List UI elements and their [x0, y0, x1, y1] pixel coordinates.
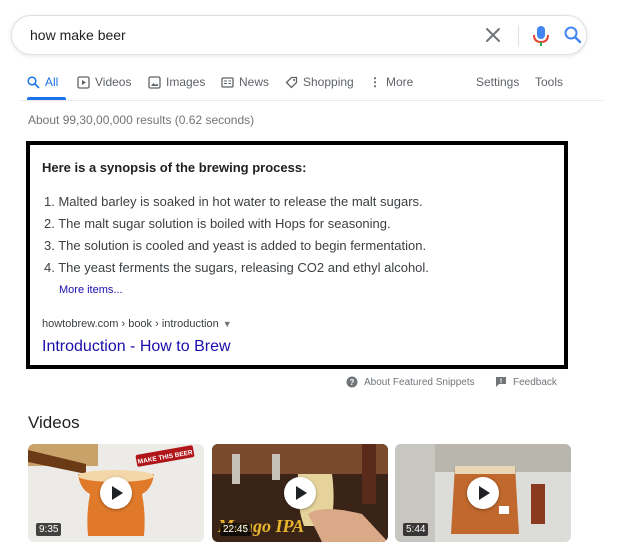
- tab-images-label: Images: [166, 75, 206, 89]
- tab-tools-label: Tools: [535, 75, 564, 89]
- tab-all[interactable]: All: [27, 72, 58, 92]
- more-vert-icon: ⋮: [369, 75, 381, 89]
- tab-all-label: All: [45, 75, 59, 89]
- tab-shopping[interactable]: Shopping: [285, 72, 354, 92]
- tab-videos-label: Videos: [95, 75, 132, 89]
- search-tabs: All Videos Images News Shopping ⋮ More S…: [27, 72, 587, 92]
- video-duration: 22:45: [220, 523, 252, 536]
- tab-more-label: More: [386, 75, 414, 89]
- video-duration: 5:44: [403, 523, 429, 536]
- search-icon[interactable]: [563, 25, 583, 45]
- tab-images[interactable]: Images: [148, 72, 205, 92]
- tab-settings-label: Settings: [476, 75, 520, 89]
- videos-heading: Videos: [28, 413, 80, 432]
- play-icon[interactable]: [284, 477, 316, 509]
- about-featured-snippets-label: About Featured Snippets: [364, 376, 475, 388]
- tab-settings[interactable]: Settings: [476, 72, 519, 92]
- featured-snippet: Here is a synopsis of the brewing proces…: [26, 141, 568, 369]
- cite-url: howtobrew.com › book › introduction: [42, 318, 219, 330]
- clear-icon[interactable]: [482, 24, 504, 46]
- tab-more[interactable]: ⋮ More: [369, 72, 413, 92]
- result-stats: About 99,30,00,000 results (0.62 seconds…: [28, 113, 255, 127]
- caret-down-icon[interactable]: ▼: [223, 319, 232, 329]
- snippet-list: 1. Malted barley is soaked in hot water …: [44, 191, 544, 279]
- result-cite: howtobrew.com › book › introduction ▼: [42, 318, 232, 330]
- play-icon[interactable]: [100, 477, 132, 509]
- tab-news-label: News: [239, 75, 270, 89]
- tab-videos[interactable]: Videos: [77, 72, 131, 92]
- search-input[interactable]: how make beer: [30, 27, 126, 43]
- tab-news[interactable]: News: [221, 72, 269, 92]
- feedback-button[interactable]: Feedback: [495, 376, 557, 388]
- list-item: 1. Malted barley is soaked in hot water …: [44, 194, 423, 209]
- image-icon: [148, 75, 161, 89]
- tabs-divider: [19, 100, 603, 101]
- help-icon: ?: [346, 376, 358, 388]
- tab-tools[interactable]: Tools: [535, 72, 563, 92]
- more-items-link[interactable]: More items...: [59, 284, 123, 296]
- search-bar[interactable]: how make beer: [11, 15, 587, 55]
- search-divider: [518, 25, 519, 47]
- feedback-icon: [496, 377, 506, 387]
- svg-text:?: ?: [350, 378, 355, 387]
- snippet-heading: Here is a synopsis of the brewing proces…: [42, 160, 307, 175]
- search-icon: [27, 75, 40, 89]
- microphone-icon[interactable]: [531, 24, 551, 48]
- news-icon: [221, 76, 234, 88]
- play-icon[interactable]: [467, 477, 499, 509]
- list-item: 3. The solution is cooled and yeast is a…: [44, 238, 427, 253]
- video-duration: 9:35: [36, 523, 62, 536]
- result-title-link[interactable]: Introduction - How to Brew: [42, 338, 231, 356]
- feedback-label: Feedback: [513, 376, 557, 388]
- video-card[interactable]: Mango IPA 22:45: [212, 444, 388, 542]
- tag-icon: [285, 76, 298, 88]
- about-featured-snippets[interactable]: ? About Featured Snippets: [346, 376, 475, 388]
- video-card[interactable]: MAKE THIS BEER 9:35: [28, 444, 204, 542]
- list-item: 4. The yeast ferments the sugars, releas…: [44, 260, 429, 275]
- video-icon: [77, 75, 90, 89]
- tab-shopping-label: Shopping: [303, 75, 354, 89]
- list-item: 2. The malt sugar solution is boiled wit…: [44, 216, 391, 231]
- video-card[interactable]: 5:44: [395, 444, 571, 542]
